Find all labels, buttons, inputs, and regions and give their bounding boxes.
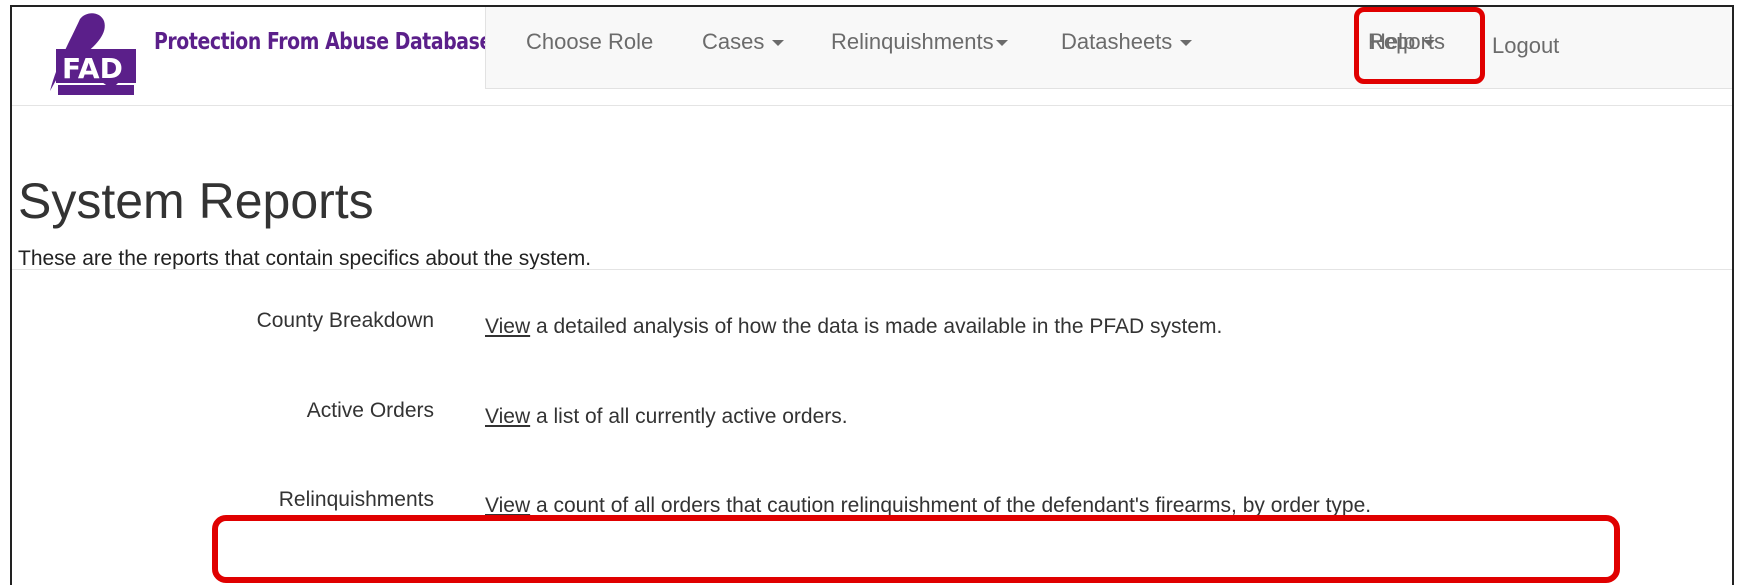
nav-logout[interactable]: Logout <box>1492 33 1559 59</box>
svg-text:FAD: FAD <box>62 52 123 85</box>
caret-down-icon <box>995 40 1008 47</box>
report-description: View a detailed analysis of how the data… <box>485 315 1222 339</box>
caret-down-icon <box>1180 40 1193 47</box>
nav-datasheets-dropdown[interactable]: Datasheets <box>1061 29 1193 55</box>
ribbon-lock-logo-icon[interactable]: FAD <box>20 11 140 101</box>
nav-cases-dropdown[interactable]: Cases <box>702 29 785 55</box>
view-relinquishments-link[interactable]: View <box>485 494 530 517</box>
nav-choose-role-label: Choose Role <box>526 29 654 54</box>
nav-relinquishments-label: Relinquishments <box>831 29 994 54</box>
report-description-text: a list of all currently active orders. <box>530 405 848 428</box>
report-description-text: a detailed analysis of how the data is m… <box>530 315 1223 338</box>
page-frame: FAD Protection From Abuse Database Choos… <box>10 5 1734 585</box>
report-description-text: a count of all orders that caution relin… <box>530 494 1372 517</box>
report-label: Active Orders <box>306 399 434 422</box>
nav-choose-role[interactable]: Choose Role <box>526 29 653 55</box>
report-label: County Breakdown <box>256 309 434 332</box>
report-description: View a list of all currently active orde… <box>485 405 848 429</box>
nav-relinquishments-dropdown[interactable]: Relinquishments <box>831 29 1008 55</box>
report-row: County Breakdown View a detailed analysi… <box>12 309 1732 349</box>
view-active-orders-link[interactable]: View <box>485 405 530 428</box>
nav-logout-label: Logout <box>1492 33 1560 58</box>
view-county-breakdown-link[interactable]: View <box>485 315 530 338</box>
nav-datasheets-label: Datasheets <box>1061 29 1173 54</box>
nav-cases-label: Cases <box>702 29 765 54</box>
caret-down-icon <box>772 40 785 47</box>
report-label: Relinquishments <box>278 488 434 511</box>
relinquishments-highlight-box <box>212 515 1620 583</box>
app-title[interactable]: Protection From Abuse Database <box>154 29 492 55</box>
header-divider <box>12 105 1732 106</box>
content-divider <box>12 269 1732 270</box>
page-subtitle: These are the reports that contain speci… <box>18 247 592 270</box>
top-navbar: Choose Role Cases Relinquishments Datash… <box>485 7 1732 89</box>
reports-highlight-box <box>1354 7 1485 84</box>
report-row: Active Orders View a list of all current… <box>12 399 1732 439</box>
page-title: System Reports <box>18 173 374 229</box>
